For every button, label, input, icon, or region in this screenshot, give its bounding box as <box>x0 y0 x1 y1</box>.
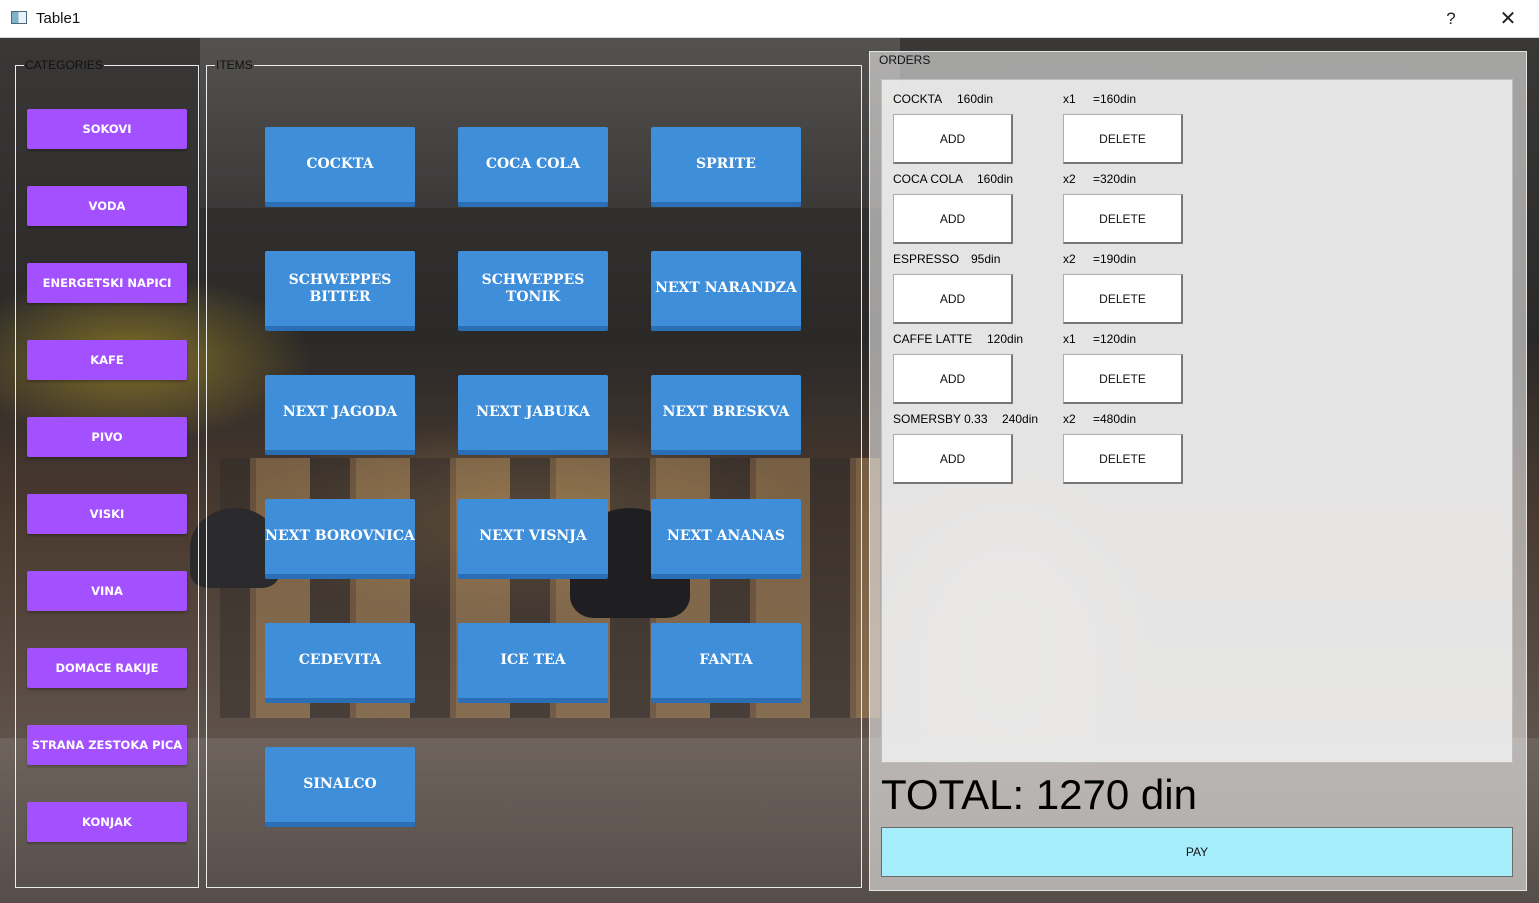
order-item-price: 240din <box>1002 412 1039 426</box>
item-button[interactable]: NEXT BRESKVA <box>651 375 801 455</box>
add-button[interactable]: ADD <box>893 434 1013 484</box>
order-item-subtotal: =190din <box>1093 252 1137 266</box>
item-button[interactable]: NEXT VISNJA <box>458 499 608 579</box>
category-button[interactable]: KONJAK <box>27 802 187 842</box>
order-item-subtotal: =480din <box>1093 412 1137 426</box>
category-button[interactable]: STRANA ZESTOKA PICA <box>27 725 187 765</box>
item-button[interactable]: NEXT NARANDZA <box>651 251 801 331</box>
delete-button[interactable]: DELETE <box>1063 354 1183 404</box>
item-button[interactable]: COCKTA <box>265 127 415 207</box>
order-item-qty: x2 <box>1063 252 1076 266</box>
order-item-subtotal: =160din <box>1093 92 1137 106</box>
title-bar: Table1 ? ✕ <box>0 0 1539 38</box>
close-icon[interactable]: ✕ <box>1485 0 1531 38</box>
item-button[interactable]: SCHWEPPES TONIK <box>458 251 608 331</box>
delete-button[interactable]: DELETE <box>1063 274 1183 324</box>
order-item-subtotal: =120din <box>1093 332 1137 346</box>
item-button[interactable]: NEXT JABUKA <box>458 375 608 455</box>
order-item-qty: x1 <box>1063 332 1076 346</box>
pay-button[interactable]: PAY <box>881 827 1513 877</box>
order-item-qty: x2 <box>1063 412 1076 426</box>
item-button[interactable]: NEXT ANANAS <box>651 499 801 579</box>
category-button[interactable]: VINA <box>27 571 187 611</box>
order-item-price: 95din <box>971 252 1001 266</box>
category-button[interactable]: DOMACE RAKIJE <box>27 648 187 688</box>
help-button[interactable]: ? <box>1428 0 1474 38</box>
order-item-price: 120din <box>987 332 1024 346</box>
order-item-subtotal: =320din <box>1093 172 1137 186</box>
item-button[interactable]: ICE TEA <box>458 623 608 703</box>
delete-button[interactable]: DELETE <box>1063 114 1183 164</box>
category-button[interactable]: ENERGETSKI NAPICI <box>27 263 187 303</box>
window-icon <box>11 11 27 24</box>
category-button[interactable]: KAFE <box>27 340 187 380</box>
order-item-name: COCA COLA <box>893 172 964 186</box>
item-button[interactable]: SINALCO <box>265 747 415 827</box>
item-button[interactable]: SPRITE <box>651 127 801 207</box>
categories-legend: CATEGORIES <box>25 58 103 72</box>
order-item-name: COCKTA <box>893 92 943 106</box>
item-button[interactable]: SCHWEPPES BITTER <box>265 251 415 331</box>
total-label: TOTAL: 1270 din <box>881 771 1197 818</box>
category-button[interactable]: VISKI <box>27 494 187 534</box>
add-button[interactable]: ADD <box>893 274 1013 324</box>
category-button[interactable]: PIVO <box>27 417 187 457</box>
item-button[interactable]: COCA COLA <box>458 127 608 207</box>
window-title: Table1 <box>36 10 81 27</box>
add-button[interactable]: ADD <box>893 114 1013 164</box>
delete-button[interactable]: DELETE <box>1063 194 1183 244</box>
orders-legend: ORDERS <box>879 53 931 67</box>
order-item-name: ESPRESSO <box>893 252 960 266</box>
add-button[interactable]: ADD <box>893 354 1013 404</box>
order-item-qty: x2 <box>1063 172 1076 186</box>
order-item-name: SOMERSBY 0.33 <box>893 412 988 426</box>
add-button[interactable]: ADD <box>893 194 1013 244</box>
item-button[interactable]: NEXT BOROVNICA <box>265 499 415 579</box>
item-button[interactable]: FANTA <box>651 623 801 703</box>
category-button[interactable]: SOKOVI <box>27 109 187 149</box>
delete-button[interactable]: DELETE <box>1063 434 1183 484</box>
category-button[interactable]: VODA <box>27 186 187 226</box>
order-item-price: 160din <box>977 172 1014 186</box>
items-legend: ITEMS <box>216 58 253 72</box>
order-item-qty: x1 <box>1063 92 1076 106</box>
item-button[interactable]: CEDEVITA <box>265 623 415 703</box>
item-button[interactable]: NEXT JAGODA <box>265 375 415 455</box>
order-item-name: CAFFE LATTE <box>893 332 973 346</box>
order-item-price: 160din <box>957 92 994 106</box>
